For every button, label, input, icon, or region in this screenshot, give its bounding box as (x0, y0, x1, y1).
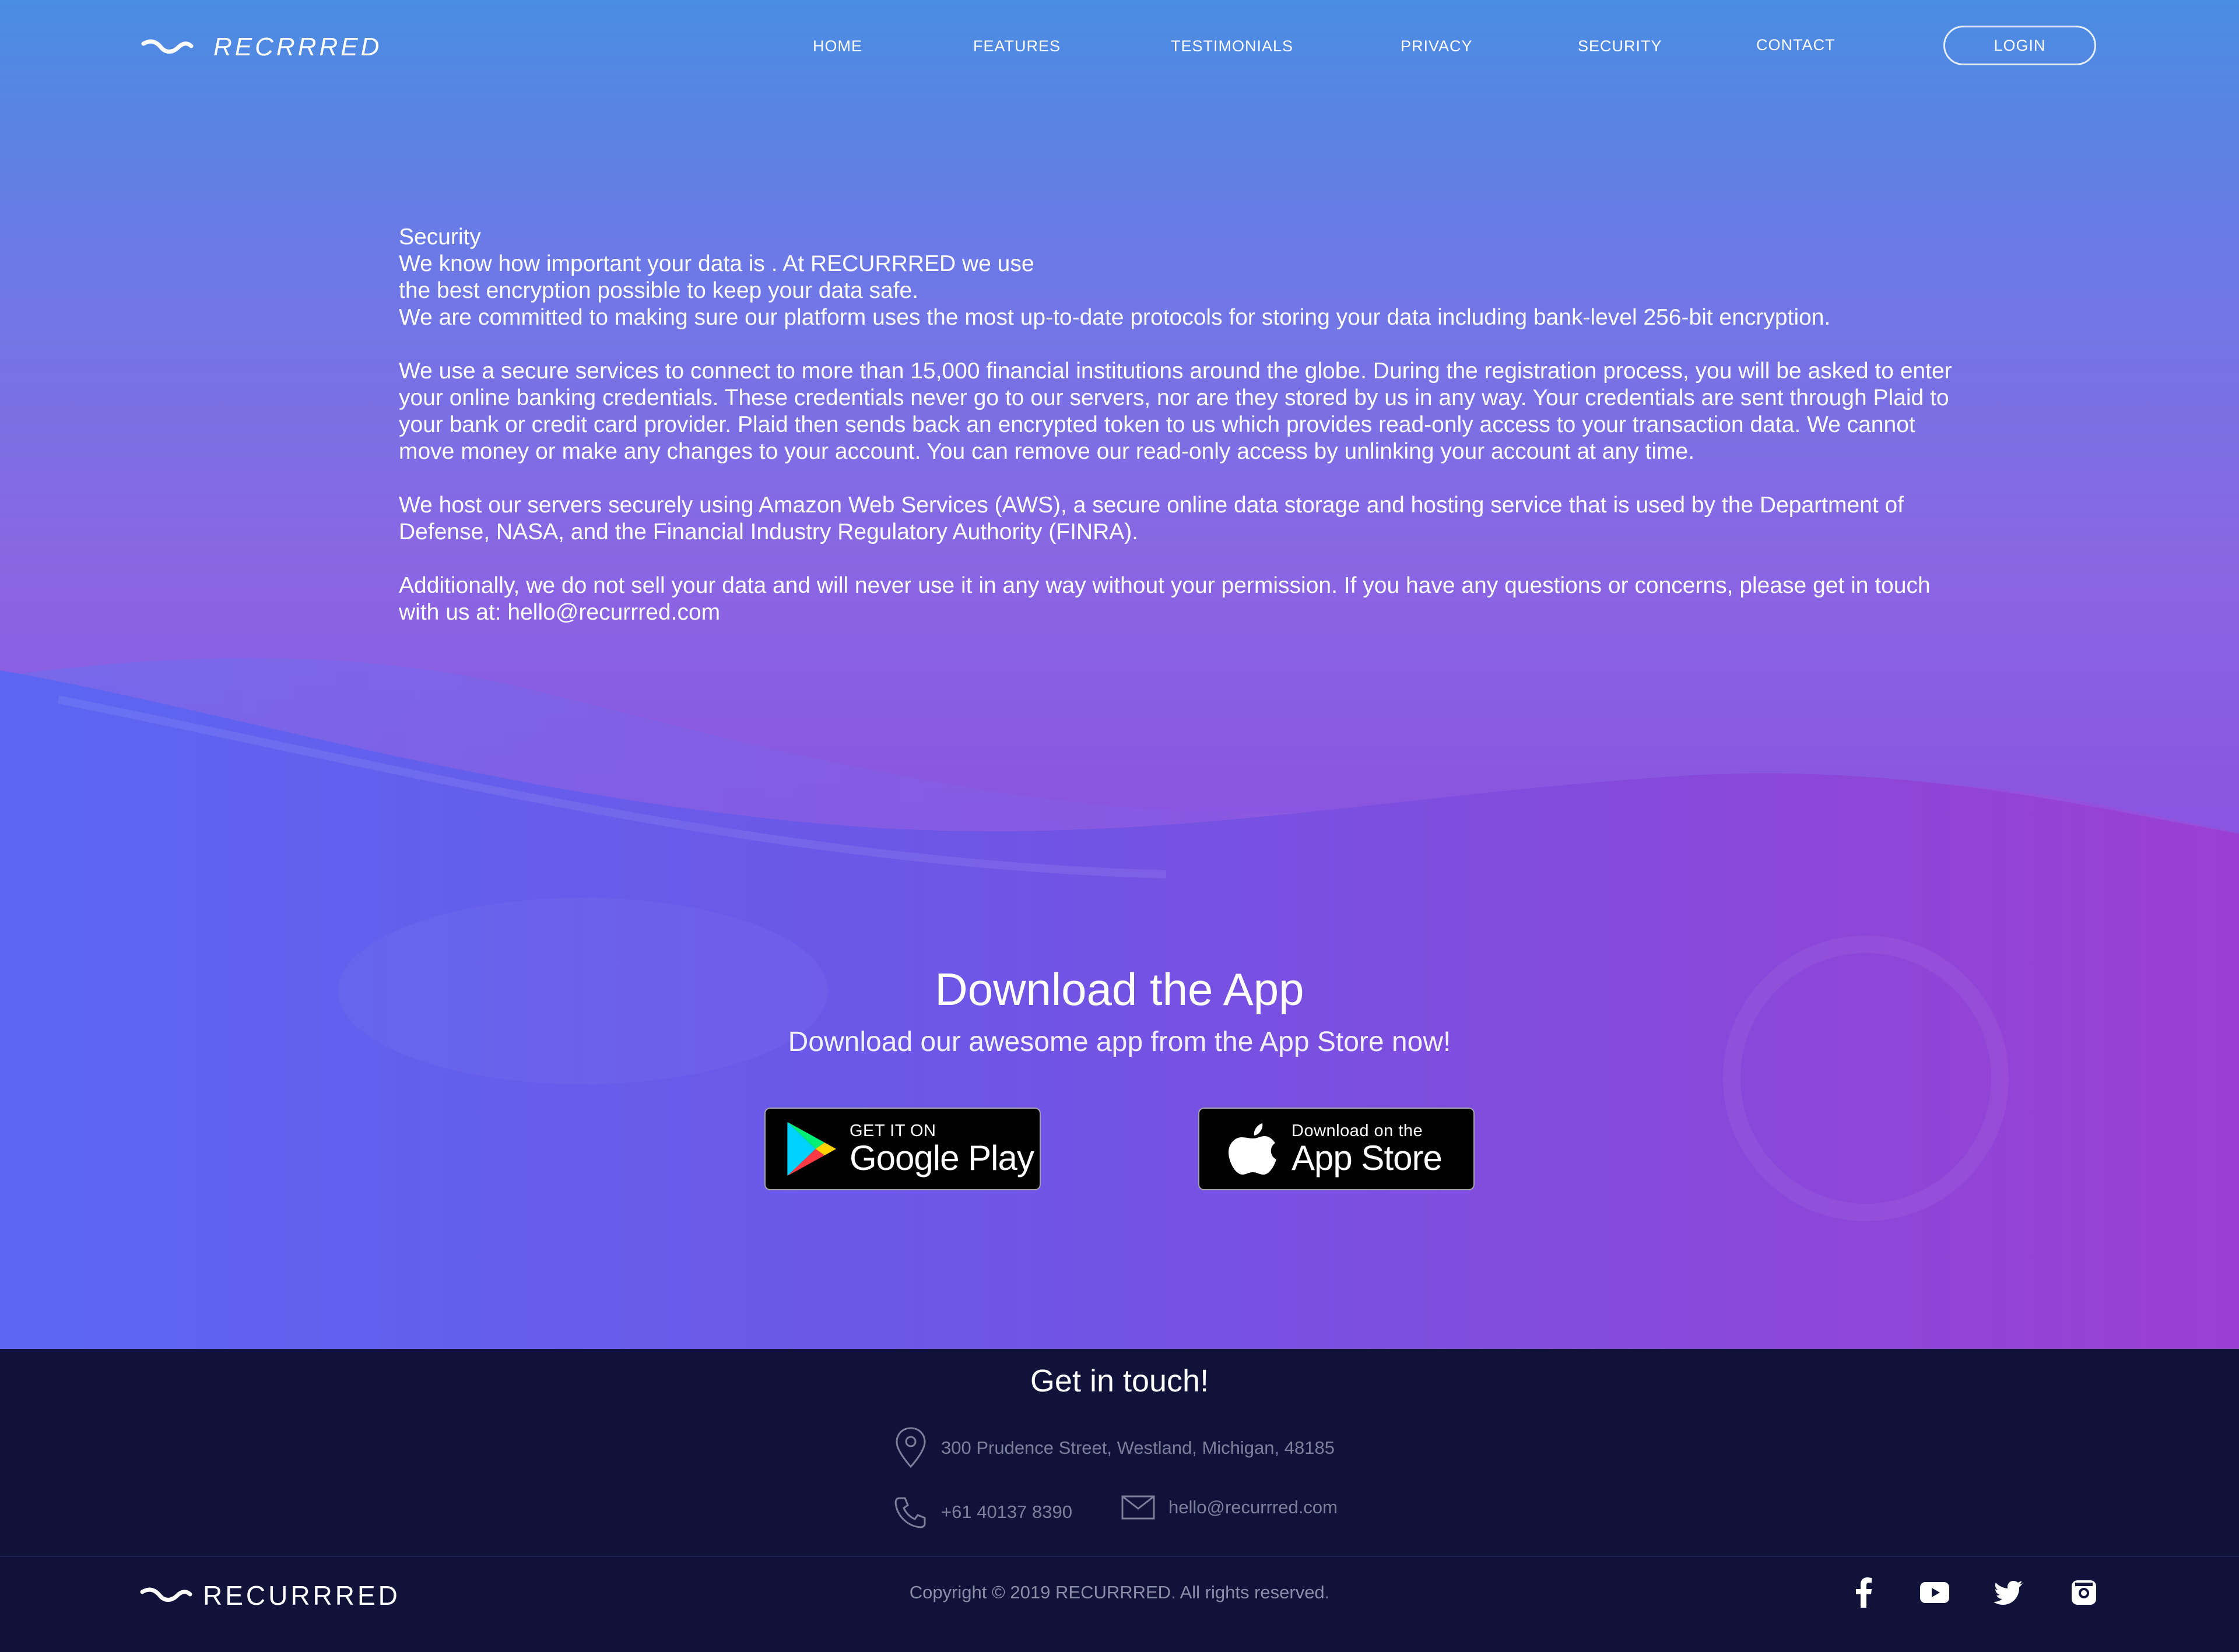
twitter-icon[interactable] (1993, 1577, 2023, 1608)
security-paragraph-line: your bank or credit card provider. Plaid… (399, 412, 1915, 437)
security-paragraph-line: with us at: hello@recurrred.com (399, 600, 721, 625)
security-paragraph-line: your online banking credentials. These c… (399, 385, 1949, 410)
google-play-big-label: Google Play (850, 1138, 1034, 1178)
security-paragraph-line: We host our servers securely using Amazo… (399, 493, 1904, 518)
facebook-icon[interactable] (1848, 1577, 1879, 1608)
phone-icon (894, 1497, 926, 1528)
youtube-icon[interactable] (1918, 1577, 1951, 1608)
email-contact[interactable]: hello@recurrred.com (1121, 1495, 1338, 1520)
security-intro-line: We are committed to making sure our plat… (399, 305, 1831, 330)
google-play-button[interactable]: GET IT ON Google Play (764, 1108, 1041, 1190)
security-heading: Security (399, 224, 481, 249)
get-in-touch-title: Get in touch! (1030, 1363, 1209, 1398)
phone-text: +61 40137 8390 (941, 1502, 1072, 1522)
copyright-text: Copyright © 2019 RECURRRED. All rights r… (909, 1582, 1330, 1602)
instagram-icon[interactable] (2069, 1577, 2099, 1608)
address-contact: 300 Prudence Street, Westland, Michigan,… (893, 1426, 1335, 1470)
envelope-icon (1121, 1495, 1155, 1520)
security-paragraph-line: move money or make any changes to your a… (399, 439, 1695, 464)
app-store-big-label: App Store (1292, 1138, 1443, 1178)
app-store-button[interactable]: Download on the App Store (1198, 1108, 1475, 1190)
download-title: Download the App (935, 964, 1304, 1015)
email-text: hello@recurrred.com (1168, 1497, 1338, 1517)
login-button[interactable]: LOGIN (1943, 26, 2096, 65)
address-text: 300 Prudence Street, Westland, Michigan,… (941, 1437, 1335, 1458)
nav-testimonials[interactable]: TESTIMONIALS (1171, 37, 1293, 55)
nav-features[interactable]: FEATURES (973, 37, 1061, 55)
footer: Get in touch! 300 Prudence Street, Westl… (0, 1349, 2239, 1652)
google-play-icon (787, 1122, 836, 1176)
footer-divider (0, 1556, 2239, 1557)
security-paragraph-line: We use a secure services to connect to m… (399, 358, 1952, 384)
security-paragraph-line: Additionally, we do not sell your data a… (399, 573, 1931, 598)
download-subtitle: Download our awesome app from the App St… (788, 1027, 1451, 1057)
apple-icon (1229, 1123, 1276, 1175)
security-paragraph-line: Defense, NASA, and the Financial Industr… (399, 519, 1139, 544)
wave-logo-icon (141, 39, 194, 54)
brand-logo[interactable]: RECRRRED (141, 33, 382, 62)
security-intro-line: the best encryption possible to keep you… (399, 278, 919, 303)
security-intro-line: We know how important your data is . At … (399, 251, 1034, 276)
brand-name: RECRRRED (213, 33, 382, 61)
google-play-small-label: GET IT ON (850, 1122, 936, 1140)
security-content: Security We know how important your data… (399, 224, 2008, 626)
hero-section (0, 0, 2239, 1349)
nav-home[interactable]: HOME (813, 37, 862, 55)
location-pin-icon (896, 1427, 926, 1468)
app-store-small-label: Download on the (1292, 1122, 1423, 1140)
top-navigation: RECRRRED HOME FEATURES TESTIMONIALS PRIV… (0, 0, 2239, 93)
nav-contact[interactable]: CONTACT (1756, 36, 1836, 54)
nav-security[interactable]: SECURITY (1578, 37, 1662, 55)
nav-privacy[interactable]: PRIVACY (1401, 37, 1473, 55)
hero-wave-background (0, 658, 2239, 1349)
phone-contact[interactable]: +61 40137 8390 (893, 1495, 1072, 1530)
